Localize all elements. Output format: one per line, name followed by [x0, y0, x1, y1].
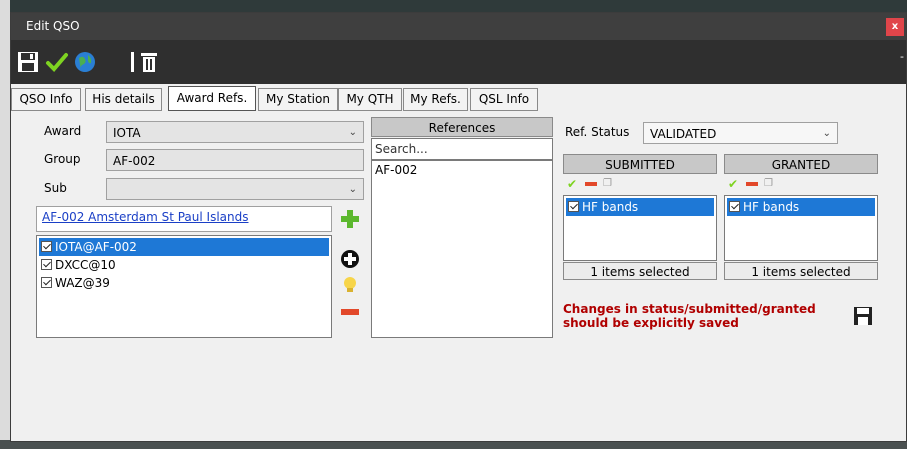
group-label: Group [44, 152, 81, 166]
references-search-input[interactable]: Search... [371, 138, 553, 160]
group-value: AF-002 [113, 154, 156, 168]
close-button[interactable]: x [886, 18, 904, 36]
trash-icon[interactable] [137, 50, 161, 74]
tab-my-qth[interactable]: My QTH [338, 88, 402, 111]
minimize-button[interactable]: - [900, 50, 904, 63]
sub-label: Sub [44, 181, 67, 195]
lightbulb-icon[interactable] [339, 274, 361, 296]
chevron-down-icon: ⌄ [822, 128, 831, 139]
background-window-edge [0, 0, 10, 449]
save-icon[interactable] [16, 50, 40, 74]
ref-status-value: VALIDATED [650, 127, 717, 141]
save-warning-text: Changes in status/submitted/granted shou… [563, 302, 816, 330]
award-label: Award [44, 124, 82, 138]
checkbox[interactable] [41, 241, 52, 252]
submitted-header: SUBMITTED [563, 154, 717, 174]
tab-bar: QSO Info His details Award Refs. My Stat… [11, 84, 906, 114]
list-item[interactable]: HF bands [566, 198, 714, 216]
tab-award-refs[interactable]: Award Refs. [168, 86, 256, 111]
granted-header: GRANTED [724, 154, 878, 174]
globe-icon[interactable] [73, 50, 97, 74]
tab-qso-info[interactable]: QSO Info [11, 88, 81, 111]
toolbar-separator [131, 52, 134, 72]
list-item[interactable]: HF bands [727, 198, 875, 216]
add-icon[interactable] [339, 208, 361, 230]
remove-icon[interactable] [339, 301, 361, 323]
references-header: References [371, 117, 553, 137]
award-refs-panel: Award IOTA ⌄ Group AF-002 Sub ⌄ AF-002 A… [11, 114, 906, 441]
chevron-down-icon: ⌄ [348, 127, 357, 138]
remove-icon[interactable] [746, 182, 758, 186]
granted-footer: 1 items selected [724, 262, 878, 280]
remove-icon[interactable] [585, 182, 597, 186]
reference-link[interactable]: AF-002 Amsterdam St Paul Islands [42, 210, 249, 224]
window-title: Edit QSO [26, 19, 80, 33]
sub-combo[interactable]: ⌄ [106, 178, 364, 200]
award-combo[interactable]: IOTA ⌄ [106, 121, 364, 143]
reference-link-box: AF-002 Amsterdam St Paul Islands [36, 206, 332, 232]
add-circle-icon[interactable] [339, 248, 361, 270]
check-all-icon[interactable]: ✔ [567, 177, 577, 191]
tab-his-details[interactable]: His details [85, 88, 162, 111]
list-item[interactable]: WAZ@39 [39, 274, 329, 292]
list-item[interactable]: IOTA@AF-002 [39, 238, 329, 256]
references-list[interactable]: AF-002 [371, 160, 553, 338]
edit-qso-window: Edit QSO x - QSO Info His details Award … [10, 12, 907, 442]
windows-icon[interactable]: ❐ [764, 178, 773, 189]
list-item[interactable]: DXCC@10 [39, 256, 329, 274]
submitted-footer: 1 items selected [563, 262, 717, 280]
title-bar[interactable]: Edit QSO x [11, 13, 906, 40]
windows-icon[interactable]: ❐ [603, 178, 612, 189]
ref-status-label: Ref. Status [565, 125, 630, 139]
tab-qsl-info[interactable]: QSL Info [470, 88, 538, 111]
granted-toolbar: ✔ ❐ [724, 176, 878, 194]
submitted-toolbar: ✔ ❐ [563, 176, 717, 194]
check-icon[interactable] [45, 50, 69, 74]
granted-list[interactable]: HF bands [724, 195, 878, 261]
save-icon[interactable] [852, 305, 874, 327]
submitted-list[interactable]: HF bands [563, 195, 717, 261]
toolbar: - [11, 40, 906, 84]
chevron-down-icon: ⌄ [348, 184, 357, 195]
tab-my-refs[interactable]: My Refs. [403, 88, 468, 111]
group-field[interactable]: AF-002 [106, 149, 364, 171]
award-list[interactable]: IOTA@AF-002 DXCC@10 WAZ@39 [36, 235, 332, 338]
ref-status-combo[interactable]: VALIDATED ⌄ [643, 122, 838, 144]
checkbox[interactable] [568, 201, 579, 212]
checkbox[interactable] [41, 277, 52, 288]
checkbox[interactable] [729, 201, 740, 212]
list-item[interactable]: AF-002 [375, 163, 417, 177]
check-all-icon[interactable]: ✔ [728, 177, 738, 191]
tab-my-station[interactable]: My Station [258, 88, 338, 111]
award-value: IOTA [113, 126, 141, 140]
checkbox[interactable] [41, 259, 52, 270]
